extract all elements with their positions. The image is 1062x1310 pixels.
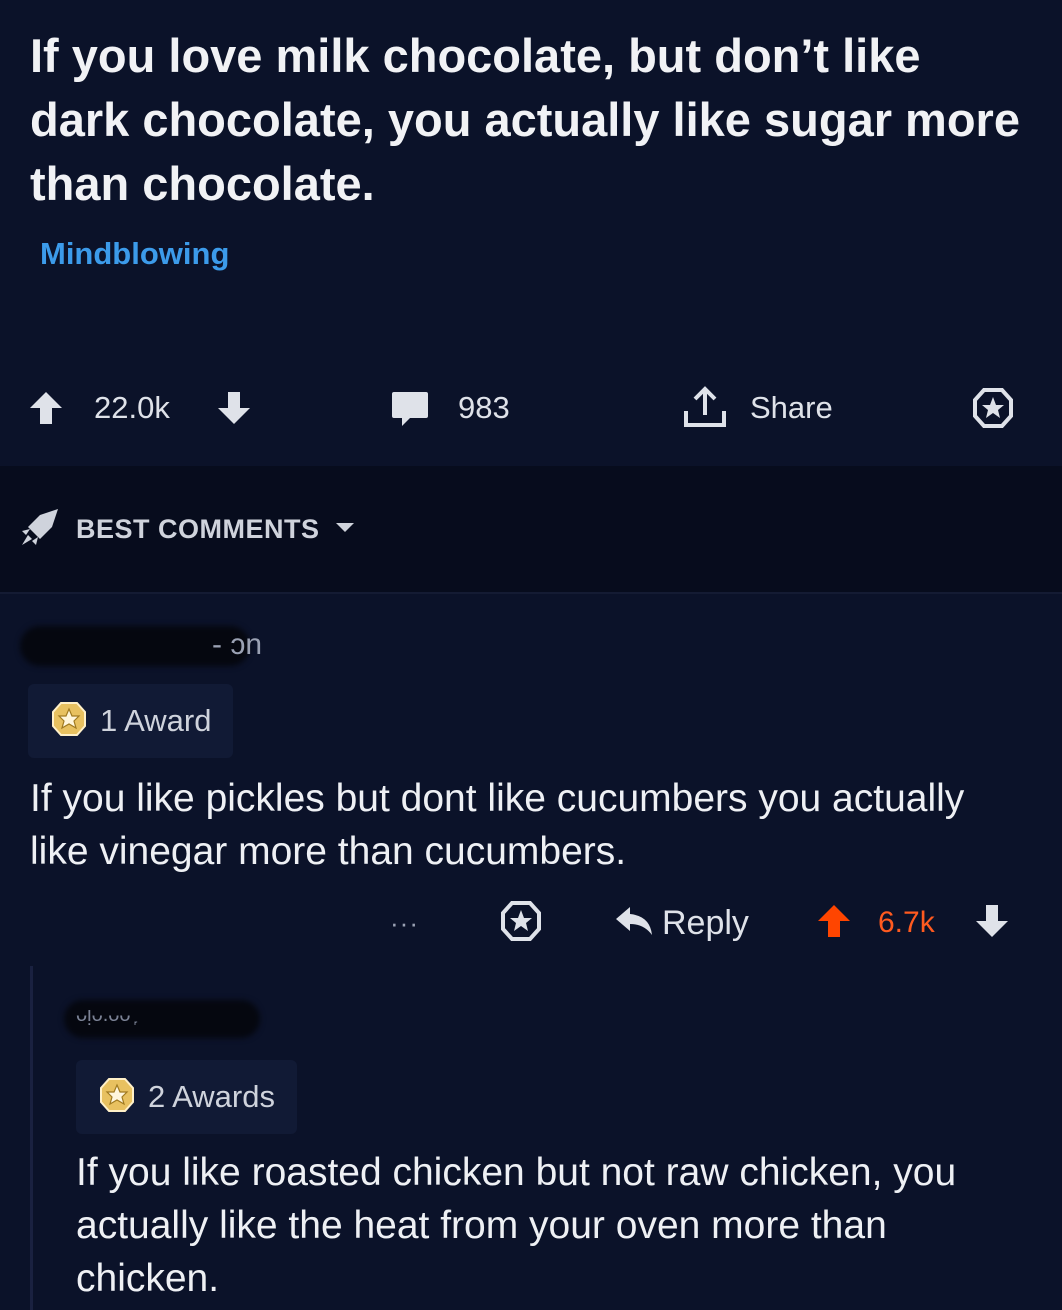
post-score: 22.0k <box>94 372 170 444</box>
post-upvote-button[interactable] <box>26 372 66 444</box>
upvote-icon <box>26 388 66 428</box>
comments-sort-dropdown[interactable]: BEST COMMENTS <box>18 466 356 592</box>
more-icon: ··· <box>390 907 419 938</box>
reply-author[interactable]: ᴗᴉᴗ.ᴗᴗ ᷊᷊᷊ <box>76 1004 136 1027</box>
comment-upvote-button[interactable] <box>814 888 854 958</box>
award-icon <box>50 700 88 743</box>
post-downvote-button[interactable] <box>214 372 254 444</box>
reply-body: If you like roasted chicken but not raw … <box>76 1151 957 1300</box>
post-score-text: 22.0k <box>94 390 170 425</box>
comment-more-button[interactable]: ··· <box>390 888 419 958</box>
post-award-button[interactable] <box>970 372 1016 444</box>
award-count-label: 2 Awards <box>148 1079 275 1114</box>
comment-downvote-button[interactable] <box>972 888 1012 958</box>
post-share-button[interactable]: Share <box>680 372 833 444</box>
downvote-icon <box>214 388 254 428</box>
post-comments-count: 983 <box>458 390 510 425</box>
comment-score-text: 6.7k <box>878 906 935 939</box>
post-flair[interactable]: Mindblowing <box>40 236 229 272</box>
comment-score: 6.7k <box>878 888 935 958</box>
sort-rocket-icon <box>18 505 62 554</box>
award-count-label: 1 Award <box>100 703 212 738</box>
downvote-icon <box>972 901 1012 946</box>
post-actions-bar: 22.0k 983 Share <box>0 372 1062 444</box>
comment-icon <box>388 386 432 430</box>
thread-line[interactable] <box>30 966 33 1310</box>
chevron-down-icon <box>334 520 356 539</box>
share-icon <box>680 385 730 431</box>
post-comments-button[interactable]: 983 <box>388 372 510 444</box>
sort-label: BEST COMMENTS <box>76 513 320 544</box>
comment-actions-bar: ··· Reply 6.7k <box>0 888 1062 958</box>
comments-sort-band: BEST COMMENTS <box>0 466 1062 594</box>
comment-body: If you like pickles but dont like cucumb… <box>30 777 965 873</box>
comment-author[interactable]: - ɔn <box>212 628 262 662</box>
comment-reply-button[interactable]: Reply <box>612 888 749 958</box>
comment-award-button[interactable] <box>498 888 544 958</box>
comment-award-badge[interactable]: 1 Award <box>28 684 234 758</box>
award-outline-icon <box>498 898 544 949</box>
reply-award-badge[interactable]: 2 Awards <box>76 1060 297 1134</box>
reply-label: Reply <box>662 903 749 942</box>
post-title: If you love milk chocolate, but don’t li… <box>30 29 1020 210</box>
upvote-icon <box>814 901 854 946</box>
reply-icon <box>612 903 656 944</box>
post-share-label: Share <box>750 390 833 425</box>
award-outline-icon <box>970 385 1016 431</box>
award-icon <box>98 1076 136 1119</box>
